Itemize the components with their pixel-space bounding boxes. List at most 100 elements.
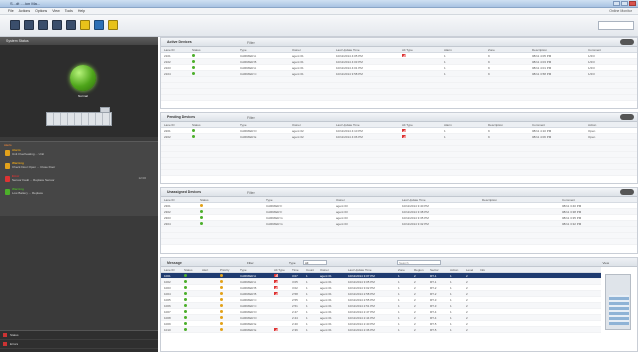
alert-item[interactable]: Alarm Unit Overheating ... Unit: [0, 148, 158, 161]
column-header[interactable]: Alt Type: [399, 123, 441, 127]
empty-row: [161, 239, 637, 245]
column-header[interactable]: Alarm: [441, 48, 485, 52]
menu-tools[interactable]: Tools: [65, 9, 73, 13]
column-header[interactable]: Lane ID: [161, 48, 189, 52]
column-header[interactable]: Count: [303, 268, 317, 272]
column-header[interactable]: Status: [197, 198, 263, 202]
column-header[interactable]: Last Update Time: [333, 123, 399, 127]
type-select[interactable]: All: [303, 260, 327, 265]
search-input[interactable]: Search: [397, 260, 441, 265]
column-header[interactable]: Status: [189, 123, 237, 127]
toggle-button[interactable]: [620, 39, 634, 45]
status-dot-icon: [220, 279, 223, 283]
alert-item[interactable]: Error Sensor Fault ... Replace Sensor 12:0…: [0, 174, 158, 187]
refresh-icon[interactable]: [24, 20, 34, 30]
connect-icon[interactable]: [10, 20, 20, 30]
warning-icon[interactable]: [80, 20, 90, 30]
device-rack-icon[interactable]: [46, 112, 112, 126]
column-header[interactable]: Type: [237, 268, 271, 272]
toolbar-search-input[interactable]: [598, 21, 634, 30]
table-cell: CARRIER D: [240, 315, 257, 320]
column-header[interactable]: Status: [181, 268, 199, 272]
column-header[interactable]: Level: [463, 268, 477, 272]
column-header[interactable]: Description: [485, 123, 529, 127]
preview-thumbnail[interactable]: [605, 274, 631, 330]
preview-image: [609, 295, 629, 325]
column-header[interactable]: Status: [189, 48, 237, 52]
column-header[interactable]: Type: [237, 123, 289, 127]
table-cell: 1: [444, 128, 446, 133]
sidebar-errors-tab[interactable]: Errors: [0, 340, 158, 349]
column-header[interactable]: Region: [411, 268, 427, 272]
column-header[interactable]: Owner: [289, 123, 333, 127]
table-cell: 10/11/2014 2:47 PM: [348, 309, 375, 314]
table-cell: CARRIER D: [240, 309, 257, 314]
filter-tab[interactable]: Filter: [247, 191, 255, 195]
column-header[interactable]: Last Update Time: [345, 268, 395, 272]
menu-help[interactable]: Help: [78, 9, 85, 13]
column-header[interactable]: Comment: [585, 48, 635, 52]
toggle-button[interactable]: [620, 114, 634, 120]
column-header[interactable]: Comment: [529, 123, 585, 127]
column-header[interactable]: Description: [529, 48, 585, 52]
upload-icon[interactable]: [38, 20, 48, 30]
column-header[interactable]: Lane ID: [161, 123, 189, 127]
menu-view[interactable]: View: [52, 9, 60, 13]
column-header[interactable]: Alt Type: [399, 48, 441, 52]
column-header[interactable]: Alarm: [441, 123, 485, 127]
column-header[interactable]: Action: [585, 123, 635, 127]
table-cell: RT-2: [430, 285, 437, 290]
download-icon[interactable]: [52, 20, 62, 30]
panel-title: Active Devices: [167, 40, 192, 44]
column-header[interactable]: Comment: [559, 198, 635, 202]
print-icon[interactable]: [66, 20, 76, 30]
info-icon[interactable]: [94, 20, 104, 30]
column-header[interactable]: Description: [479, 198, 559, 202]
column-header[interactable]: Zone: [485, 48, 529, 52]
column-header[interactable]: Lane ID: [161, 268, 181, 272]
column-header[interactable]: Owner: [317, 268, 345, 272]
sidebar-status-tab[interactable]: Status: [0, 331, 158, 340]
table-cell: CARRIER G: [266, 221, 283, 226]
menu-options[interactable]: Options: [35, 9, 47, 13]
filter-label[interactable]: Filter: [247, 261, 254, 265]
filter-tab[interactable]: Filter: [247, 116, 255, 120]
status-label: Normal: [78, 94, 88, 98]
column-header[interactable]: Lane ID: [161, 198, 197, 202]
column-header[interactable]: Type: [237, 48, 289, 52]
close-button[interactable]: [629, 1, 636, 6]
table-row[interactable]: 1010 CARRIER E 2:36 1 agent 01 10/11/2014 2:3…: [161, 327, 601, 333]
status-dot-icon: [184, 279, 187, 283]
maximize-button[interactable]: [621, 1, 628, 6]
main-toolbar: [0, 15, 638, 37]
column-header[interactable]: Sector: [427, 268, 447, 272]
table-cell: 2: [414, 279, 416, 284]
view-label[interactable]: View: [603, 261, 609, 265]
toggle-button[interactable]: [620, 189, 634, 195]
column-header[interactable]: Alt Type: [271, 268, 289, 272]
column-header[interactable]: Zone: [395, 268, 411, 272]
column-header[interactable]: Last Update Time: [333, 48, 399, 52]
column-header[interactable]: Last Update Time: [399, 198, 479, 202]
table-cell-icon: [189, 134, 237, 139]
help-icon[interactable]: [108, 20, 118, 30]
column-header[interactable]: Type: [263, 198, 333, 202]
table-cell: 10/11/2014 3:05 PM: [348, 279, 375, 284]
menu-file[interactable]: File: [8, 9, 14, 13]
table-cell: 1: [450, 327, 452, 332]
filter-tab[interactable]: Filter: [247, 41, 255, 45]
menu-actions[interactable]: Actions: [19, 9, 30, 13]
column-header[interactable]: Owner: [333, 198, 399, 202]
alert-item[interactable]: Warning Low Battery ... Replace: [0, 187, 158, 200]
minimize-button[interactable]: [613, 1, 620, 6]
table-cell: 2303: [164, 215, 171, 220]
column-header[interactable]: Priority: [217, 268, 237, 272]
column-header[interactable]: Action: [447, 268, 463, 272]
table-cell: 1: [306, 273, 308, 278]
alert-item[interactable]: Warning Check Door Open ... Close Door: [0, 161, 158, 174]
status-dot-icon: [220, 285, 223, 289]
column-header[interactable]: Owner: [289, 48, 333, 52]
column-header[interactable]: Info: [477, 268, 491, 272]
column-header[interactable]: Alert: [199, 268, 217, 272]
column-header[interactable]: Time: [289, 268, 303, 272]
